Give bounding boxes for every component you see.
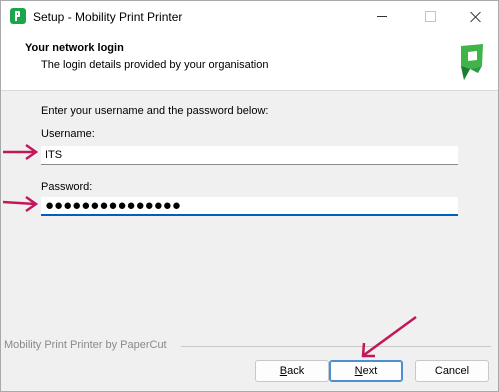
back-accesskey: B <box>279 365 288 377</box>
back-button[interactable]: Back <box>255 360 329 382</box>
maximize-button <box>407 1 453 32</box>
password-input[interactable]: ●●●●●●●●●●●●●●● <box>41 197 458 216</box>
annotation-arrow-username <box>3 143 39 161</box>
close-icon <box>470 11 482 23</box>
brand-footer-text: Mobility Print Printer by PaperCut <box>4 339 167 351</box>
title-bar: Setup - Mobility Print Printer <box>1 1 498 32</box>
username-input[interactable] <box>41 146 458 165</box>
page-title: Your network login <box>25 42 124 54</box>
username-label: Username: <box>41 128 95 140</box>
setup-window: Setup - Mobility Print Printer Your netw… <box>0 0 499 392</box>
footer-divider <box>181 346 491 347</box>
wizard-header: Your network login The login details pro… <box>1 32 498 91</box>
close-button[interactable] <box>453 1 499 32</box>
papercut-logo-icon <box>461 44 483 80</box>
annotation-arrow-password <box>2 195 39 213</box>
back-label: ack <box>287 365 305 377</box>
annotation-arrow-next <box>361 315 417 358</box>
next-button[interactable]: Next <box>329 360 403 382</box>
maximize-icon <box>424 11 436 22</box>
minimize-icon <box>377 16 387 17</box>
cancel-button[interactable]: Cancel <box>415 360 489 382</box>
page-subtitle: The login details provided by your organ… <box>41 59 269 71</box>
password-mask: ●●●●●●●●●●●●●●● <box>45 197 181 214</box>
window-title: Setup - Mobility Print Printer <box>33 10 183 24</box>
next-label: ext <box>362 365 378 377</box>
password-label: Password: <box>41 181 93 193</box>
instructions-text: Enter your username and the password bel… <box>41 105 269 117</box>
minimize-button[interactable] <box>359 1 405 32</box>
next-accesskey: N <box>354 365 363 377</box>
papercut-app-icon <box>10 8 26 24</box>
